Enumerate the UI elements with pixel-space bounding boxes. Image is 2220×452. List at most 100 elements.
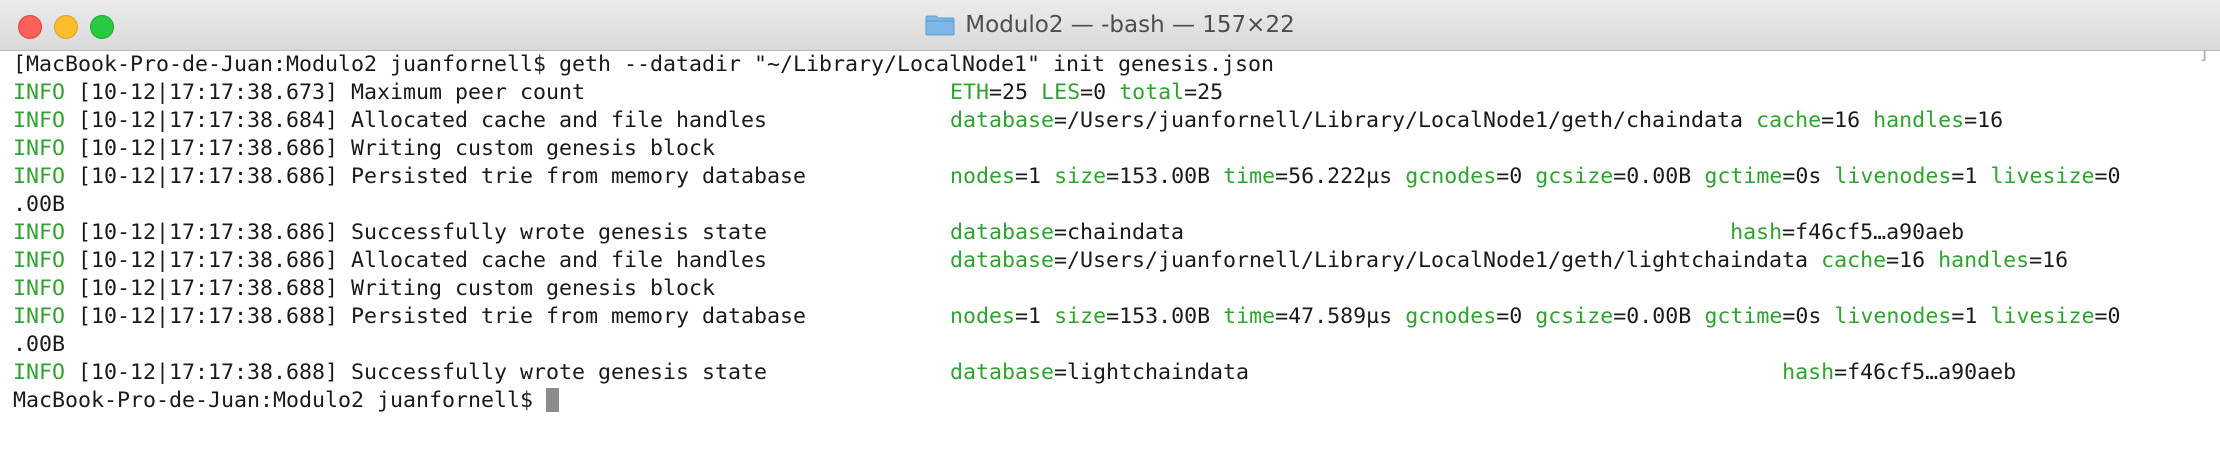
field-value: 47.589µs bbox=[1288, 304, 1393, 329]
field-key: nodes bbox=[950, 304, 1016, 329]
log-level: INFO bbox=[13, 80, 66, 105]
field-value: 0 bbox=[2107, 164, 2121, 189]
log-message: Successfully wrote genesis state bbox=[338, 360, 768, 385]
field-key: gcsize bbox=[1535, 164, 1614, 189]
field-key: hash bbox=[1782, 360, 1835, 385]
field-key: livenodes bbox=[1834, 304, 1952, 329]
field-value: f46cf5…a90aeb bbox=[1795, 220, 1965, 245]
field-key: livenodes bbox=[1834, 164, 1952, 189]
log-level: INFO bbox=[13, 248, 66, 273]
log-fields: ETH=25 LES=0 total=25 bbox=[950, 80, 1224, 105]
field-key: cache bbox=[1756, 108, 1822, 133]
log-fields: database=/Users/juanfornell/Library/Loca… bbox=[950, 248, 2069, 273]
field-key: total bbox=[1119, 80, 1185, 105]
log-level: INFO bbox=[13, 220, 66, 245]
command-line: [MacBook-Pro-de-Juan:Modulo2 juanfornell… bbox=[13, 52, 1275, 77]
field-value: 56.222µs bbox=[1288, 164, 1393, 189]
log-continuation: .00B bbox=[13, 192, 66, 217]
field-key: gctime bbox=[1704, 164, 1783, 189]
field-value: 16 bbox=[2042, 248, 2069, 273]
log-line: INFO [10-12|17:17:38.673] Maximum peer c… bbox=[13, 79, 585, 107]
field-key: nodes bbox=[950, 164, 1016, 189]
field-value: f46cf5…a90aeb bbox=[1847, 360, 2017, 385]
field-value: 0.00B bbox=[1626, 304, 1692, 329]
log-message: Allocated cache and file handles bbox=[338, 108, 768, 133]
log-level: INFO bbox=[13, 276, 66, 301]
log-timestamp: [10-12|17:17:38.673] bbox=[65, 80, 339, 105]
log-line: INFO [10-12|17:17:38.686] Allocated cach… bbox=[13, 247, 767, 275]
field-value: 1 bbox=[1028, 304, 1042, 329]
field-value: /Users/juanfornell/Library/LocalNode1/ge… bbox=[1067, 108, 1744, 133]
log-timestamp: [10-12|17:17:38.684] bbox=[65, 108, 339, 133]
log-line: INFO [10-12|17:17:38.688] Persisted trie… bbox=[13, 303, 806, 331]
log-level: INFO bbox=[13, 304, 66, 329]
field-key: time bbox=[1223, 164, 1276, 189]
field-key: database bbox=[950, 108, 1055, 133]
field-value: 16 bbox=[1977, 108, 2004, 133]
log-message: Successfully wrote genesis state bbox=[338, 220, 768, 245]
prompt-text: MacBook-Pro-de-Juan:Modulo2 juanfornell$ bbox=[13, 388, 547, 413]
field-value: 153.00B bbox=[1119, 304, 1211, 329]
log-fields: database=chaindata hash=f46cf5…a90aeb bbox=[950, 220, 1965, 245]
log-timestamp: [10-12|17:17:38.686] bbox=[65, 164, 339, 189]
field-value: 0s bbox=[1795, 304, 1822, 329]
terminal-output[interactable]: [MacBook-Pro-de-Juan:Modulo2 juanfornell… bbox=[0, 51, 2220, 452]
field-value: 0 bbox=[1093, 80, 1107, 105]
field-value: 0 bbox=[1509, 304, 1523, 329]
field-key: handles bbox=[1873, 108, 1965, 133]
field-key: gcsize bbox=[1535, 304, 1614, 329]
terminal-window: Modulo2 — -bash — 157×22 [MacBook-Pro-de… bbox=[0, 0, 2220, 452]
field-value: 1 bbox=[1028, 164, 1042, 189]
field-value: 1 bbox=[1964, 164, 1978, 189]
log-line: INFO [10-12|17:17:38.684] Allocated cach… bbox=[13, 107, 767, 135]
field-key: handles bbox=[1938, 248, 2030, 273]
log-fields: nodes=1 size=153.00B time=56.222µs gcnod… bbox=[950, 164, 2121, 189]
field-value: 153.00B bbox=[1119, 164, 1211, 189]
field-value: lightchaindata bbox=[1067, 360, 1250, 385]
log-timestamp: [10-12|17:17:38.686] bbox=[65, 248, 339, 273]
field-key: database bbox=[950, 220, 1055, 245]
log-level: INFO bbox=[13, 360, 66, 385]
log-level: INFO bbox=[13, 108, 66, 133]
log-timestamp: [10-12|17:17:38.688] bbox=[65, 360, 339, 385]
log-message: Persisted trie from memory database bbox=[338, 164, 807, 189]
window-title: Modulo2 — -bash — 157×22 bbox=[965, 12, 1295, 38]
log-timestamp: [10-12|17:17:38.688] bbox=[65, 276, 339, 301]
field-value: 0.00B bbox=[1626, 164, 1692, 189]
log-message: Maximum peer count bbox=[338, 80, 586, 105]
field-key: hash bbox=[1730, 220, 1783, 245]
log-timestamp: [10-12|17:17:38.688] bbox=[65, 304, 339, 329]
field-key: time bbox=[1223, 304, 1276, 329]
field-key: livesize bbox=[1990, 304, 2095, 329]
field-value: 0s bbox=[1795, 164, 1822, 189]
log-message: Writing custom genesis block bbox=[338, 276, 716, 301]
field-value: 16 bbox=[1899, 248, 1926, 273]
shell-prompt: MacBook-Pro-de-Juan:Modulo2 juanfornell$ bbox=[13, 387, 560, 415]
field-value: 0 bbox=[2107, 304, 2121, 329]
title-bar[interactable]: Modulo2 — -bash — 157×22 bbox=[0, 0, 2220, 51]
field-value: 1 bbox=[1964, 304, 1978, 329]
field-key: LES bbox=[1041, 80, 1081, 105]
log-fields: nodes=1 size=153.00B time=47.589µs gcnod… bbox=[950, 304, 2121, 329]
field-value: 16 bbox=[1834, 108, 1861, 133]
log-level: INFO bbox=[13, 164, 66, 189]
field-key: database bbox=[950, 248, 1055, 273]
log-level: INFO bbox=[13, 136, 66, 161]
log-line: INFO [10-12|17:17:38.686] Writing custom… bbox=[13, 135, 715, 163]
cursor bbox=[546, 388, 560, 412]
field-key: cache bbox=[1821, 248, 1887, 273]
log-fields: database=lightchaindata hash=f46cf5…a90a… bbox=[950, 360, 2017, 385]
field-key: size bbox=[1054, 164, 1107, 189]
log-message: Allocated cache and file handles bbox=[338, 248, 768, 273]
field-value: /Users/juanfornell/Library/LocalNode1/ge… bbox=[1067, 248, 1809, 273]
log-line: INFO [10-12|17:17:38.688] Writing custom… bbox=[13, 275, 715, 303]
field-key: size bbox=[1054, 304, 1107, 329]
log-timestamp: [10-12|17:17:38.686] bbox=[65, 136, 339, 161]
field-key: gcnodes bbox=[1405, 164, 1497, 189]
folder-icon bbox=[925, 15, 955, 36]
field-value: 25 bbox=[1197, 80, 1224, 105]
field-value: chaindata bbox=[1067, 220, 1185, 245]
field-key: gctime bbox=[1704, 304, 1783, 329]
field-value: 0 bbox=[1509, 164, 1523, 189]
field-key: database bbox=[950, 360, 1055, 385]
